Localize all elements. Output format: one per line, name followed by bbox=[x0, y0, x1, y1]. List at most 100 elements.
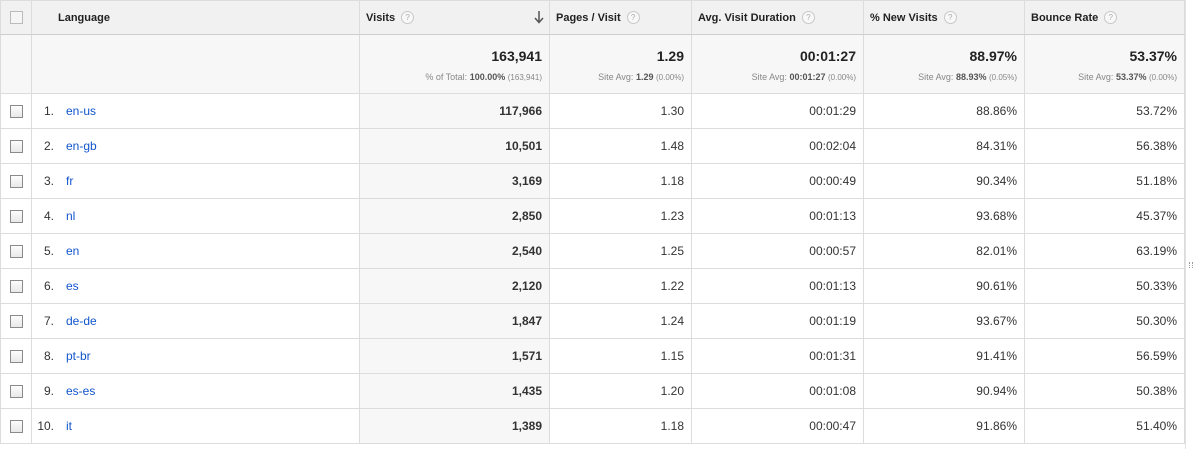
language-report-table: Language Visits? Pages / Visit? Avg. Vis… bbox=[0, 0, 1185, 444]
row-checkbox-cell bbox=[0, 163, 32, 199]
help-icon[interactable]: ? bbox=[1104, 11, 1118, 24]
table-row: 10. it 1,389 1.18 00:00:47 91.86% 51.40% bbox=[0, 408, 1185, 444]
language-link[interactable]: es bbox=[66, 279, 79, 293]
totals-visits-subtext: % of Total: 100.00% (163,941) bbox=[425, 72, 542, 82]
language-link[interactable]: de-de bbox=[66, 314, 97, 328]
row-index: 6. bbox=[43, 279, 54, 293]
totals-duration-cell: 00:01:27 Site Avg: 00:01:27 (0.00%) bbox=[691, 34, 864, 94]
totals-visits-value: 163,941 bbox=[491, 48, 542, 64]
bounce-rate-cell: 50.38% bbox=[1024, 373, 1185, 409]
table-row: 5. en 2,540 1.25 00:00:57 82.01% 63.19% bbox=[0, 233, 1185, 269]
row-checkbox[interactable] bbox=[9, 245, 23, 259]
pages-per-visit-cell: 1.18 bbox=[549, 408, 692, 444]
bounce-rate-cell: 50.33% bbox=[1024, 268, 1185, 304]
column-header-new-visits[interactable]: % New Visits? bbox=[863, 0, 1025, 35]
visits-cell: 3,169 bbox=[359, 163, 550, 199]
help-icon[interactable]: ? bbox=[401, 11, 415, 24]
help-icon[interactable]: ? bbox=[626, 11, 640, 24]
visits-cell: 1,389 bbox=[359, 408, 550, 444]
table-row: 1. en-us 117,966 1.30 00:01:29 88.86% 53.… bbox=[0, 93, 1185, 129]
visits-cell: 2,850 bbox=[359, 198, 550, 234]
row-checkbox[interactable] bbox=[9, 315, 23, 329]
language-cell: 1. en-us bbox=[31, 93, 360, 129]
pages-per-visit-cell: 1.20 bbox=[549, 373, 692, 409]
language-cell: 3. fr bbox=[31, 163, 360, 199]
row-checkbox[interactable] bbox=[9, 210, 23, 224]
new-visits-cell: 91.41% bbox=[863, 338, 1025, 374]
row-index: 4. bbox=[43, 209, 54, 223]
column-header-avg-visit-duration[interactable]: Avg. Visit Duration? bbox=[691, 0, 864, 35]
row-checkbox[interactable] bbox=[9, 105, 23, 119]
language-link[interactable]: es-es bbox=[66, 384, 95, 398]
avg-visit-duration-cell: 00:00:57 bbox=[691, 233, 864, 269]
row-checkbox[interactable] bbox=[9, 385, 23, 399]
column-header-label: Bounce Rate bbox=[1031, 12, 1099, 24]
totals-new-visits-value: 88.97% bbox=[969, 48, 1017, 64]
avg-visit-duration-cell: 00:00:49 bbox=[691, 163, 864, 199]
avg-visit-duration-cell: 00:01:13 bbox=[691, 198, 864, 234]
pages-per-visit-cell: 1.30 bbox=[549, 93, 692, 129]
language-link[interactable]: nl bbox=[66, 209, 75, 223]
row-checkbox-cell bbox=[0, 128, 32, 164]
totals-pages-value: 1.29 bbox=[656, 48, 684, 64]
row-checkbox[interactable] bbox=[9, 175, 23, 189]
language-cell: 9. es-es bbox=[31, 373, 360, 409]
row-index: 8. bbox=[43, 349, 54, 363]
table-row: 7. de-de 1,847 1.24 00:01:19 93.67% 50.30… bbox=[0, 303, 1185, 339]
column-header-visits[interactable]: Visits? bbox=[359, 0, 550, 35]
help-icon[interactable]: ? bbox=[943, 11, 957, 24]
pages-per-visit-cell: 1.23 bbox=[549, 198, 692, 234]
language-cell: 6. es bbox=[31, 268, 360, 304]
avg-visit-duration-cell: 00:00:47 bbox=[691, 408, 864, 444]
resize-grip-icon[interactable] bbox=[1189, 262, 1193, 268]
help-icon[interactable]: ? bbox=[801, 11, 815, 24]
new-visits-cell: 90.61% bbox=[863, 268, 1025, 304]
row-checkbox-cell bbox=[0, 338, 32, 374]
pages-per-visit-cell: 1.25 bbox=[549, 233, 692, 269]
language-link[interactable]: en bbox=[66, 244, 79, 258]
language-link[interactable]: fr bbox=[66, 174, 73, 188]
language-link[interactable]: pt-br bbox=[66, 349, 91, 363]
language-cell: 10. it bbox=[31, 408, 360, 444]
table-row: 2. en-gb 10,501 1.48 00:02:04 84.31% 56.3… bbox=[0, 128, 1185, 164]
down-arrow-icon[interactable] bbox=[533, 10, 545, 24]
dimension-header[interactable]: Language bbox=[31, 0, 360, 35]
visits-cell: 1,571 bbox=[359, 338, 550, 374]
avg-visit-duration-cell: 00:01:13 bbox=[691, 268, 864, 304]
row-checkbox[interactable] bbox=[9, 420, 23, 434]
pages-per-visit-cell: 1.22 bbox=[549, 268, 692, 304]
table-row: 6. es 2,120 1.22 00:01:13 90.61% 50.33% bbox=[0, 268, 1185, 304]
bounce-rate-cell: 45.37% bbox=[1024, 198, 1185, 234]
report-table-panel: Language Visits? Pages / Visit? Avg. Vis… bbox=[0, 0, 1193, 449]
new-visits-cell: 90.34% bbox=[863, 163, 1025, 199]
language-cell: 4. nl bbox=[31, 198, 360, 234]
visits-cell: 117,966 bbox=[359, 93, 550, 129]
new-visits-cell: 82.01% bbox=[863, 233, 1025, 269]
column-header-label: Avg. Visit Duration bbox=[698, 12, 796, 24]
select-all-checkbox[interactable] bbox=[9, 11, 23, 24]
column-header-bounce-rate[interactable]: Bounce Rate? bbox=[1024, 0, 1185, 35]
language-link[interactable]: it bbox=[66, 419, 72, 433]
row-checkbox-cell bbox=[0, 268, 32, 304]
bounce-rate-cell: 50.30% bbox=[1024, 303, 1185, 339]
totals-blank-cell bbox=[0, 34, 32, 94]
totals-pages-cell: 1.29 Site Avg: 1.29 (0.00%) bbox=[549, 34, 692, 94]
row-checkbox-cell bbox=[0, 408, 32, 444]
avg-visit-duration-cell: 00:02:04 bbox=[691, 128, 864, 164]
row-checkbox[interactable] bbox=[9, 350, 23, 364]
row-index: 9. bbox=[43, 384, 54, 398]
scroll-edge bbox=[1185, 0, 1186, 449]
totals-row: 163,941 % of Total: 100.00% (163,941) 1.… bbox=[0, 34, 1185, 94]
column-header-pages-per-visit[interactable]: Pages / Visit? bbox=[549, 0, 692, 35]
column-header-label: Visits bbox=[366, 12, 396, 24]
row-checkbox[interactable] bbox=[9, 140, 23, 154]
language-link[interactable]: en-gb bbox=[66, 139, 97, 153]
row-index: 3. bbox=[43, 174, 54, 188]
row-checkbox-cell bbox=[0, 198, 32, 234]
row-checkbox[interactable] bbox=[9, 280, 23, 294]
table-row: 4. nl 2,850 1.23 00:01:13 93.68% 45.37% bbox=[0, 198, 1185, 234]
new-visits-cell: 93.68% bbox=[863, 198, 1025, 234]
totals-bounce-value: 53.37% bbox=[1129, 48, 1177, 64]
new-visits-cell: 93.67% bbox=[863, 303, 1025, 339]
language-link[interactable]: en-us bbox=[66, 104, 96, 118]
